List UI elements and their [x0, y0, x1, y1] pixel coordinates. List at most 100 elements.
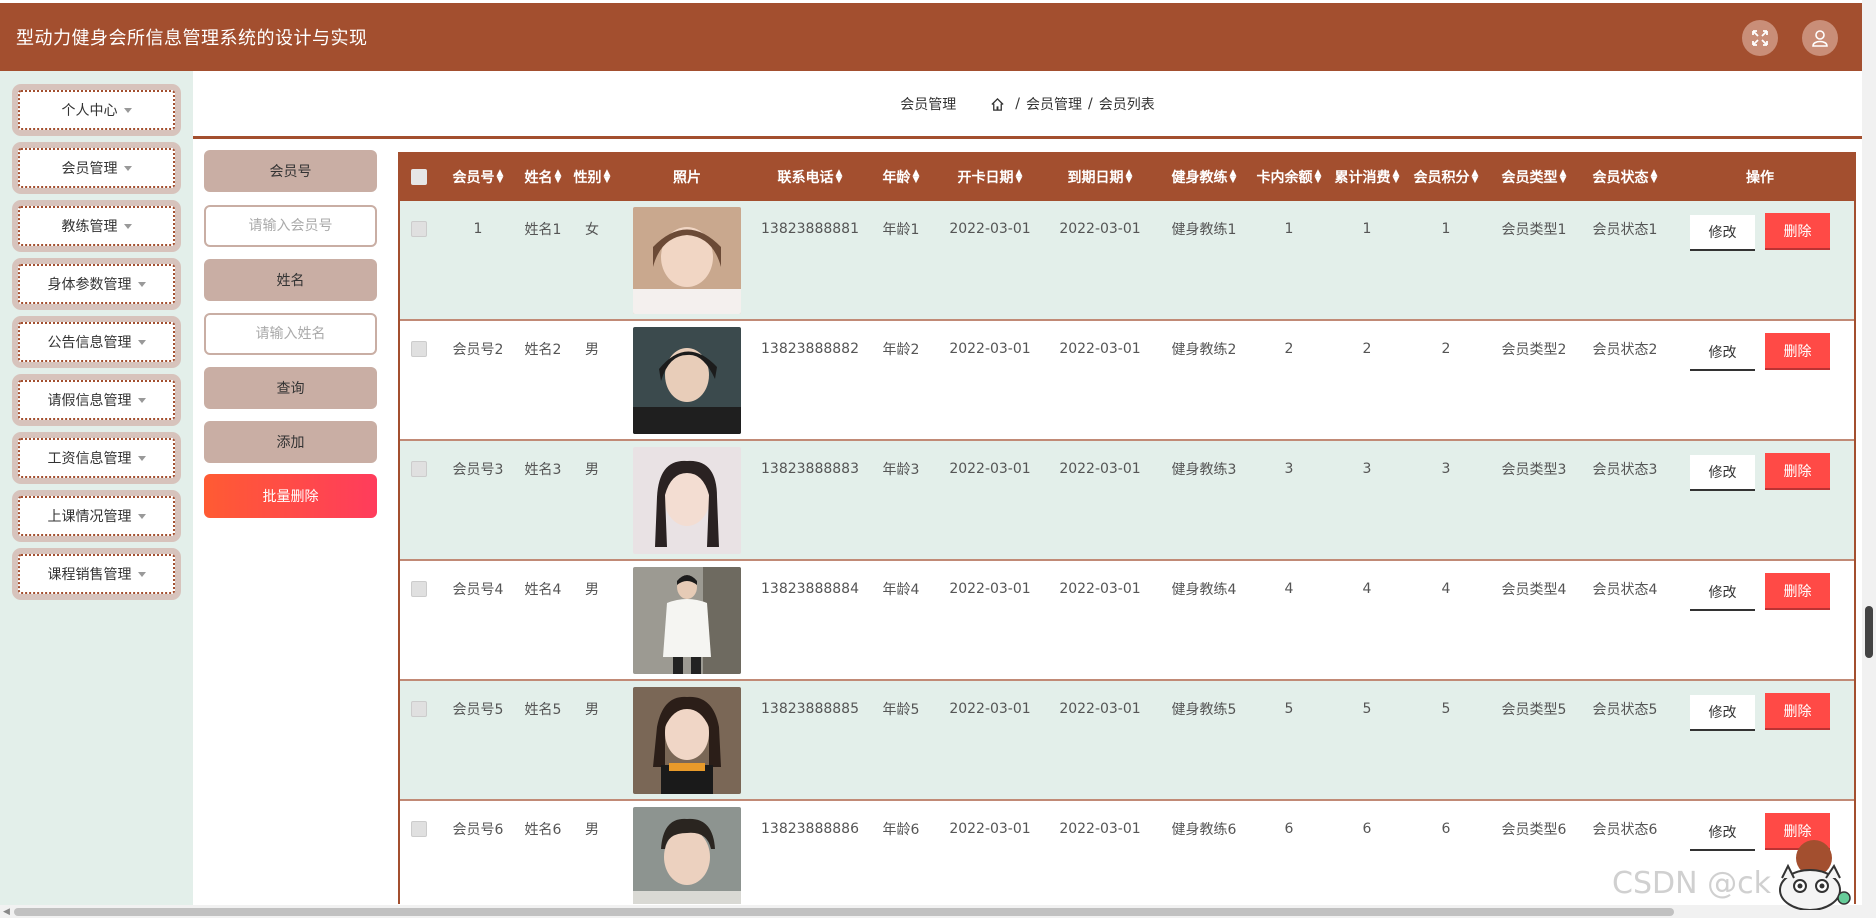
member-no-input[interactable] — [204, 205, 377, 247]
delete-button[interactable]: 删除 — [1765, 333, 1830, 370]
cell-age: 年龄5 — [882, 702, 920, 718]
portrait-image — [633, 567, 741, 674]
column-header-phone[interactable]: 联系电话 ▲ ▼ — [750, 152, 870, 201]
edit-button[interactable]: 修改 — [1690, 215, 1755, 251]
column-header-coach[interactable]: 健身教练 ▲ ▼ — [1160, 152, 1248, 201]
sidebar-item-coach-management[interactable]: 教练管理 — [12, 200, 181, 252]
cell-balance: 1 — [1284, 221, 1294, 237]
sidebar-item-class-attendance[interactable]: 上课情况管理 — [12, 490, 181, 542]
table-row: 会员号2 姓名2 男 13823888882 年龄2 2022-03-01 20… — [400, 321, 1854, 441]
cell-open-date: 2022-03-01 — [949, 701, 1031, 717]
add-button[interactable]: 添加 — [204, 421, 377, 463]
breadcrumb-item-member-list: 会员列表 — [1098, 97, 1155, 113]
sidebar-item-course-sales[interactable]: 课程销售管理 — [12, 548, 181, 600]
fullscreen-button[interactable] — [1742, 20, 1778, 56]
row-checkbox[interactable] — [410, 321, 428, 377]
breadcrumb-item-member-management[interactable]: 会员管理 — [1026, 94, 1082, 114]
column-header-total-spent[interactable]: 累计消费 ▲ ▼ — [1328, 152, 1406, 201]
cell-name: 姓名1 — [524, 222, 562, 238]
edit-button[interactable]: 修改 — [1690, 575, 1755, 611]
sidebar-item-label: 公告信息管理 — [47, 335, 132, 351]
cell-status: 会员状态3 — [1592, 462, 1658, 478]
column-header-open-date[interactable]: 开卡日期 ▲ ▼ — [940, 152, 1040, 201]
cell-type: 会员类型4 — [1501, 582, 1567, 598]
sidebar-item-announcements[interactable]: 公告信息管理 — [12, 316, 181, 368]
member-no-label: 会员号 — [204, 150, 377, 192]
cell-gender: 男 — [585, 582, 599, 598]
cell-open-date: 2022-03-01 — [949, 821, 1031, 837]
cell-expire-date: 2022-03-01 — [1059, 221, 1141, 237]
column-header-status[interactable]: 会员状态 ▲ ▼ — [1582, 152, 1668, 201]
cell-open-date: 2022-03-01 — [949, 581, 1031, 597]
name-label: 姓名 — [204, 259, 377, 301]
scroll-left-arrow-icon[interactable]: ◀ — [3, 907, 10, 917]
column-header-gender[interactable]: 性别 ▲ ▼ — [570, 152, 614, 201]
vertical-scroll-thumb[interactable] — [1865, 606, 1873, 658]
sidebar-item-member-management[interactable]: 会员管理 — [12, 142, 181, 194]
cell-member-no: 1 — [473, 221, 483, 237]
sidebar-item-salary[interactable]: 工资信息管理 — [12, 432, 181, 484]
sidebar-item-personal-center[interactable]: 个人中心 — [12, 84, 181, 136]
row-checkbox[interactable] — [410, 201, 428, 257]
delete-button[interactable]: 删除 — [1765, 213, 1830, 250]
cell-open-date: 2022-03-01 — [949, 221, 1031, 237]
cell-gender: 女 — [585, 222, 599, 238]
horizontal-scroll-thumb[interactable] — [14, 908, 1674, 916]
column-header-name[interactable]: 姓名 ▲ ▼ — [518, 152, 568, 201]
caret-down-icon — [123, 107, 132, 113]
member-photo — [633, 207, 741, 314]
app-header: 型动力健身会所信息管理系统的设计与实现 — [0, 3, 1862, 71]
edit-button[interactable]: 修改 — [1690, 335, 1755, 371]
column-header-actions: 操作 — [1746, 169, 1774, 186]
edit-button[interactable]: 修改 — [1690, 455, 1755, 491]
sort-icon: ▲ ▼ — [1471, 167, 1479, 185]
cell-balance: 5 — [1284, 701, 1294, 717]
cell-expire-date: 2022-03-01 — [1059, 341, 1141, 357]
name-input[interactable] — [204, 313, 377, 355]
sort-icon: ▲ ▼ — [1559, 167, 1567, 185]
bulk-delete-button[interactable]: 批量删除 — [204, 474, 377, 518]
column-header-balance[interactable]: 卡内余额 ▲ ▼ — [1250, 152, 1328, 201]
cell-total-spent: 3 — [1362, 461, 1372, 477]
home-icon[interactable] — [990, 97, 1005, 112]
select-all-checkbox[interactable] — [410, 152, 428, 201]
portrait-image — [633, 447, 741, 554]
delete-button[interactable]: 删除 — [1765, 453, 1830, 490]
cell-balance: 2 — [1284, 341, 1294, 357]
sidebar-item-leave[interactable]: 请假信息管理 — [12, 374, 181, 426]
column-header-member-no[interactable]: 会员号 ▲ ▼ — [442, 152, 514, 201]
cell-total-spent: 5 — [1362, 701, 1372, 717]
cell-balance: 6 — [1284, 821, 1294, 837]
edit-button[interactable]: 修改 — [1690, 815, 1755, 851]
row-checkbox[interactable] — [410, 681, 428, 737]
row-checkbox[interactable] — [410, 561, 428, 617]
edit-button[interactable]: 修改 — [1690, 695, 1755, 731]
cell-balance: 3 — [1284, 461, 1294, 477]
delete-button[interactable]: 删除 — [1765, 693, 1830, 730]
sort-icon: ▲ ▼ — [1229, 167, 1237, 185]
query-button[interactable]: 查询 — [204, 367, 377, 409]
user-avatar-button[interactable] — [1802, 20, 1838, 56]
delete-button[interactable]: 删除 — [1765, 573, 1830, 610]
column-header-age[interactable]: 年龄 ▲ ▼ — [872, 152, 930, 201]
member-photo — [633, 447, 741, 554]
row-checkbox[interactable] — [410, 801, 428, 857]
column-header-points[interactable]: 会员积分 ▲ ▼ — [1408, 152, 1484, 201]
fullscreen-icon — [1752, 30, 1768, 46]
column-header-type[interactable]: 会员类型 ▲ ▼ — [1490, 152, 1578, 201]
sidebar-item-label: 上课情况管理 — [47, 509, 132, 525]
cell-coach: 健身教练6 — [1171, 822, 1237, 838]
horizontal-scrollbar[interactable]: ◀ — [0, 905, 1862, 918]
cell-gender: 男 — [585, 702, 599, 718]
portrait-image — [633, 207, 741, 314]
vertical-scrollbar[interactable] — [1862, 0, 1876, 918]
caret-down-icon — [137, 397, 146, 403]
cell-type: 会员类型3 — [1501, 462, 1567, 478]
sidebar-item-body-params[interactable]: 身体参数管理 — [12, 258, 181, 310]
app-title: 型动力健身会所信息管理系统的设计与实现 — [16, 28, 368, 49]
row-checkbox[interactable] — [410, 441, 428, 497]
portrait-image — [633, 807, 741, 904]
column-header-expire-date[interactable]: 到期日期 ▲ ▼ — [1048, 152, 1152, 201]
cell-coach: 健身教练4 — [1171, 582, 1237, 598]
cell-expire-date: 2022-03-01 — [1059, 581, 1141, 597]
